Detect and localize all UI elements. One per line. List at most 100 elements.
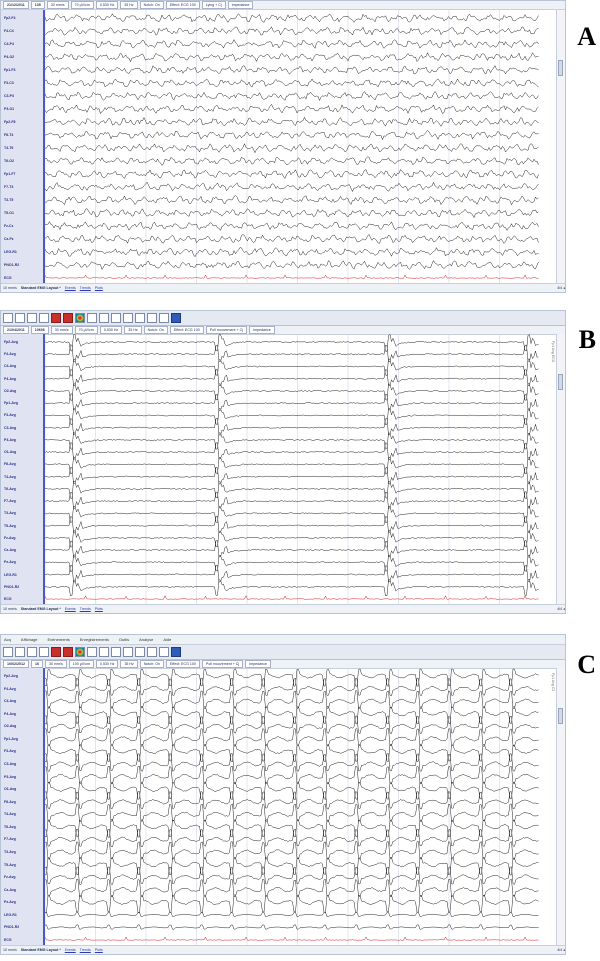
channel-label[interactable]: PNO1-R2 [4,925,19,929]
tab-plots[interactable]: Plots [95,286,103,290]
toolbar-field[interactable]: Impedance [227,1,254,9]
channel-label[interactable]: O1-Avg [4,450,16,454]
channel-label[interactable]: C4-Avg [4,364,16,368]
channel-label[interactable]: T3-T5 [4,198,13,202]
menu-item[interactable]: Affichage [21,637,38,642]
channel-label[interactable]: F3-Avg [4,749,16,753]
channel-label[interactable]: Fp2-F8 [4,120,15,124]
spectrum-icon[interactable] [87,313,97,323]
vertical-scrollbar[interactable] [556,668,565,948]
toolbar-field[interactable]: Impedance [245,660,271,668]
brain-map-icon[interactable] [75,313,85,323]
channel-label[interactable]: T3-Avg [4,850,16,854]
toolbar-field[interactable]: 35 Hz [124,326,142,334]
video-icon[interactable] [51,313,61,323]
note-icon[interactable] [159,647,169,657]
zoom-icon[interactable] [135,647,145,657]
toolbar-field[interactable]: 0,530 Hz [96,660,119,668]
channel-label[interactable]: Fp1-Avg [4,401,18,405]
channel-label[interactable]: Fp2-F4 [4,16,15,20]
channel-label[interactable]: T6-Avg [4,825,16,829]
menu-item[interactable]: Aide [163,637,171,642]
toolbar-field[interactable]: 30 mm/s [50,326,73,334]
print-icon[interactable] [171,647,181,657]
channel-label[interactable]: P3-Avg [4,775,16,779]
tab-plots[interactable]: Plots [95,607,103,611]
channel-label[interactable]: Pz-Avg [4,900,16,904]
toolbar-field[interactable]: Effect: ECG 100 [165,1,200,9]
print-icon[interactable] [171,313,181,323]
toolbar-field[interactable]: 21/04/2011 [3,326,29,334]
split-icon[interactable] [99,313,109,323]
toolbar-field[interactable]: 0,530 Hz [95,1,119,9]
toolbar-field[interactable]: 16 [31,660,43,668]
spectrum-icon[interactable] [87,647,97,657]
toolbar-field[interactable]: Impedance [248,326,275,334]
video-icon[interactable] [51,647,61,657]
channel-label[interactable]: F8-Avg [4,462,16,466]
toolbar-field[interactable]: Notch: On [139,660,165,668]
zoom-icon[interactable] [135,313,145,323]
montage-name[interactable]: Standard EMG Layout * [21,607,61,611]
channel-label[interactable]: C4-Avg [4,699,16,703]
brain-map-icon[interactable] [75,647,85,657]
channel-label[interactable]: P4-Avg [4,712,16,716]
menu-item[interactable]: Evénements [48,637,70,642]
channel-label[interactable]: Fp2-Avg [4,674,18,678]
channel-label[interactable]: LEG-R1 [4,250,17,254]
wave-icon[interactable] [39,647,49,657]
channel-label[interactable]: ECG [4,276,12,280]
tab-plots[interactable]: Plots [95,948,103,952]
channel-label[interactable]: ECG [4,597,12,601]
channel-label[interactable]: O1-Avg [4,787,16,791]
grid-icon[interactable] [15,647,25,657]
menu-item[interactable]: Acq [4,637,11,642]
channel-label[interactable]: P3-O1 [4,107,14,111]
channel-label[interactable]: LEG-R1 [4,913,17,917]
toolbar-field[interactable]: 35 Hz [120,1,138,9]
channel-label[interactable]: Fp1-F7 [4,172,15,176]
tab-events[interactable]: Events [65,948,76,952]
toolbar-field[interactable]: 100 μV/cm [68,660,95,668]
channel-label[interactable]: F4-Avg [4,687,16,691]
toolbar-field[interactable]: 30 mm/s [45,660,67,668]
toolbar-field[interactable]: 70 μV/cm [70,1,94,9]
toolbar-field[interactable]: 10606 [30,326,49,334]
channel-label[interactable]: Fz-Avg [4,875,16,879]
page-navigator[interactable]: 4/4 ◂ [557,286,565,290]
speed-selector[interactable]: 10 mm/s [3,948,17,952]
speed-selector[interactable]: 10 mm/s [3,607,17,611]
marker-icon[interactable] [63,313,73,323]
vertical-scrollbar[interactable] [556,334,565,607]
cursor-icon[interactable] [123,647,133,657]
channel-label[interactable]: C3-Avg [4,426,16,430]
channel-label[interactable]: T3-Avg [4,511,16,515]
page-navigator[interactable]: 4/4 ◂ [557,948,565,952]
channel-label[interactable]: F7-Avg [4,499,16,503]
channel-label[interactable]: P4-Avg [4,377,16,381]
toolbar-field[interactable]: Effect: ECG 100 [169,326,204,334]
channel-label[interactable]: F7-Avg [4,837,16,841]
toolbar-field[interactable]: 10/02/2012 [3,660,29,668]
grid-icon[interactable] [15,313,25,323]
montage-name[interactable]: Standard EMG Layout * [21,948,61,952]
page-navigator[interactable]: 4/4 ◂ [557,607,565,611]
marker-icon[interactable] [63,647,73,657]
channel-label[interactable]: T5-Avg [4,863,16,867]
channel-label[interactable]: F4-C4 [4,29,14,33]
channel-label[interactable]: PNO1-R2 [4,263,19,267]
channel-label[interactable]: Pz-Avg [4,560,16,564]
toolbar-field[interactable]: 35 Hz [120,660,138,668]
tab-trends[interactable]: Trends [80,948,91,952]
channel-label[interactable]: Fp2-Avg [4,340,18,344]
channel-label[interactable]: F7-T3 [4,185,13,189]
channel-label[interactable]: F3-Avg [4,413,16,417]
channel-label[interactable]: PNO1-R2 [4,585,19,589]
toolbar-field[interactable]: 30 mm/s [46,1,69,9]
channel-label[interactable]: Fz-Avg [4,536,16,540]
eeg-trace-area[interactable] [45,334,550,607]
tab-trends[interactable]: Trends [80,607,91,611]
toolbar-field[interactable]: 21/12/2011 [3,1,29,9]
menu-item[interactable]: Enregistrements [80,637,109,642]
montage-name[interactable]: Standard EMG Layout * [21,286,61,290]
